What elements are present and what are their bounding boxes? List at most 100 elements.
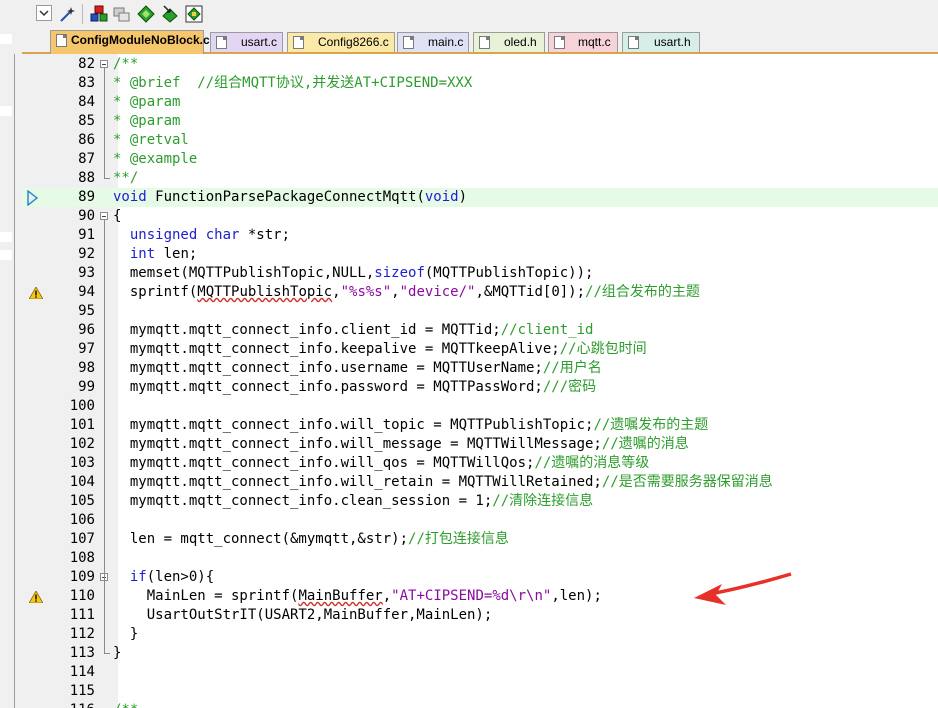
code-line[interactable]: 84 * @param [22, 93, 938, 112]
panel-splitter[interactable] [14, 54, 15, 708]
code-line[interactable]: 111 UsartOutStrIT(USART2,MainBuffer,Main… [22, 606, 938, 625]
code-line[interactable]: 109 if(len>0){ [22, 568, 938, 587]
code-line[interactable]: 105 mymqtt.mqtt_connect_info.clean_sessi… [22, 492, 938, 511]
code-line[interactable]: 94 sprintf(MQTTPublishTopic,"%s%s","devi… [22, 283, 938, 302]
line-number: 112 [69, 626, 95, 642]
code-line[interactable]: 83 * @brief //组合MQTT协议,并发送AT+CIPSEND=XXX [22, 74, 938, 93]
tab-label: usart.c [241, 35, 278, 49]
code-text: * @param [113, 113, 181, 129]
select-packs-button[interactable] [113, 5, 131, 23]
code-line[interactable]: 104 mymqtt.mqtt_connect_info.will_retain… [22, 473, 938, 492]
code-line[interactable]: 91 unsigned char *str; [22, 226, 938, 245]
code-editor[interactable]: 82 /** 83 * @brief //组合MQTT协议,并发送AT+CIPSEND… [22, 54, 938, 708]
code-line[interactable]: 99 mymqtt.mqtt_connect_info.password = M… [22, 378, 938, 397]
line-number: 116 [52, 701, 95, 708]
code-text: memset(MQTTPublishTopic,NULL,sizeof(MQTT… [113, 265, 594, 281]
line-number: 83 [78, 75, 95, 91]
code-line[interactable]: 103 mymqtt.mqtt_connect_info.will_qos = … [22, 454, 938, 473]
line-number: 90 [78, 208, 95, 224]
code-line[interactable]: 85 * @param [22, 112, 938, 131]
tab-usart-h[interactable]: usart.h [622, 32, 700, 52]
line-number: 98 [78, 360, 95, 376]
blocks-icon [185, 5, 203, 23]
tab-usart-c[interactable]: usart.c [210, 32, 283, 52]
c-file-icon [56, 34, 67, 47]
event-recorder-button[interactable] [161, 5, 179, 23]
line-number: 84 [78, 94, 95, 110]
code-line[interactable]: 100 [22, 397, 938, 416]
code-line[interactable]: 116 /** [22, 701, 938, 708]
tab-label: ConfigModuleNoBlock.c [71, 33, 210, 47]
code-line[interactable]: 115 [22, 682, 938, 701]
code-line[interactable]: 102 mymqtt.mqtt_connect_info.will_messag… [22, 435, 938, 454]
tab-mqtt-c[interactable]: mqtt.c [548, 32, 618, 52]
code-text: * @param [113, 94, 181, 110]
magic-wand-icon [60, 7, 75, 22]
code-line[interactable]: 108 [22, 549, 938, 568]
code-line[interactable]: 87 * @example [22, 150, 938, 169]
code-line[interactable]: 90 { [22, 207, 938, 226]
code-text: void FunctionParsePackageConnectMqtt(voi… [113, 189, 468, 205]
code-text: mymqtt.mqtt_connect_info.will_message = … [113, 436, 689, 452]
code-line[interactable]: 113} [22, 644, 938, 663]
tab-oled-h[interactable]: oled.h [473, 32, 545, 52]
code-line[interactable]: 88 **/ [22, 169, 938, 188]
warning-icon[interactable] [29, 591, 43, 603]
components-icon [90, 5, 108, 22]
wizard-button[interactable] [58, 5, 76, 23]
packs-icon [113, 7, 130, 22]
code-line[interactable]: 92 int len; [22, 245, 938, 264]
pack-installer-button[interactable] [137, 5, 155, 23]
manage-components-button[interactable] [90, 5, 108, 23]
code-text: * @example [113, 151, 198, 167]
line-number: 106 [69, 512, 95, 528]
tab-configmodulenoblock-c[interactable]: ConfigModuleNoBlock.c [50, 30, 210, 54]
warning-icon[interactable] [29, 287, 43, 299]
c-file-icon [554, 36, 565, 49]
code-line[interactable]: 107 len = mqtt_connect(&mymqtt,&str);//打… [22, 530, 938, 549]
line-number: 95 [78, 303, 95, 319]
toolbar-separator [82, 4, 83, 24]
code-line[interactable]: 101 mymqtt.mqtt_connect_info.will_topic … [22, 416, 938, 435]
arrow-diamond-icon [162, 5, 178, 23]
code-line[interactable]: 89 void FunctionParsePackageConnectMqtt(v… [22, 188, 938, 207]
code-text: * @retval [113, 132, 189, 148]
line-number: 85 [78, 113, 95, 129]
code-line[interactable]: 82 /** [22, 55, 938, 74]
code-line[interactable]: 106 [22, 511, 938, 530]
line-number: 87 [78, 151, 95, 167]
code-line[interactable]: 110 MainLen = sprintf(MainBuffer,"AT+CIP… [22, 587, 938, 606]
batch-build-button[interactable] [185, 5, 203, 23]
code-text: /** [113, 56, 139, 72]
line-number: 115 [69, 683, 95, 699]
code-line[interactable]: 114 [22, 663, 938, 682]
code-line[interactable]: 86 * @retval [22, 131, 938, 150]
code-line[interactable]: 96 mymqtt.mqtt_connect_info.client_id = … [22, 321, 938, 340]
left-panel-edge [0, 30, 22, 708]
code-line[interactable]: 97 mymqtt.mqtt_connect_info.keepalive = … [22, 340, 938, 359]
h-file-icon [479, 36, 490, 49]
line-number: 104 [69, 474, 95, 490]
code-text: if(len>0){ [129, 569, 215, 585]
line-number: 86 [78, 132, 95, 148]
code-line[interactable]: 93 memset(MQTTPublishTopic,NULL,sizeof(M… [22, 264, 938, 283]
line-number: 114 [69, 664, 95, 680]
tab-main-c[interactable]: main.c [397, 32, 469, 52]
current-line-arrow-icon [27, 190, 39, 206]
code-text: len = mqtt_connect(&mymqtt,&str);//打包连接信… [113, 531, 509, 547]
code-line[interactable]: 112 } [22, 625, 938, 644]
dropdown-button[interactable] [36, 5, 54, 23]
line-number: 100 [69, 398, 95, 414]
code-line[interactable]: 95 [22, 302, 938, 321]
fold-guide [104, 68, 105, 174]
code-text: mymqtt.mqtt_connect_info.will_retain = M… [113, 474, 773, 490]
code-text: mymqtt.mqtt_connect_info.will_topic = MQ… [113, 417, 709, 433]
code-text: mymqtt.mqtt_connect_info.username = MQTT… [113, 360, 602, 376]
tab-config8266-c[interactable]: Config8266.c [287, 32, 395, 52]
c-file-icon [293, 36, 304, 49]
fold-toggle-icon[interactable] [100, 212, 108, 220]
line-number: 110 [69, 588, 95, 604]
fold-toggle-icon[interactable] [100, 60, 108, 68]
code-text: } [113, 645, 122, 661]
code-line[interactable]: 98 mymqtt.mqtt_connect_info.username = M… [22, 359, 938, 378]
